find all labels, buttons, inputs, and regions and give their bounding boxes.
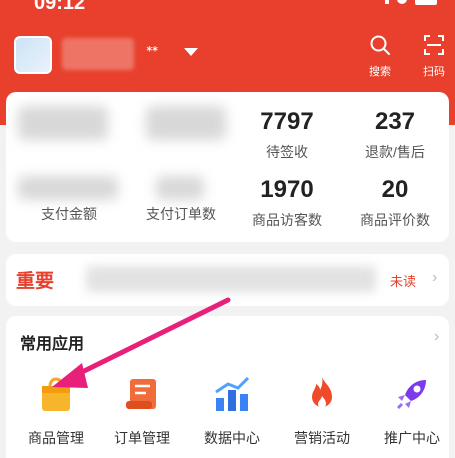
stat-value	[14, 170, 124, 198]
app-product-management[interactable]: 商品管理	[12, 374, 100, 448]
important-notice-bar[interactable]: 重要 未读 ›	[6, 254, 449, 306]
app-label: 订单管理	[114, 430, 170, 446]
blurred-amount	[18, 106, 108, 140]
battery-icon	[415, 0, 437, 5]
stat-label: 商品访客数	[252, 212, 322, 228]
fire-icon	[312, 377, 332, 408]
signal-icon	[385, 0, 389, 4]
stat-value	[126, 170, 236, 198]
stat-label: 待签收	[266, 144, 308, 160]
common-apps-section: 常用应用 › 商品管理 订单管理 数据中心 营销活动 推广中心	[6, 316, 449, 458]
wifi-icon	[397, 0, 407, 4]
stat-product-reviews[interactable]: 20 商品评价数	[340, 176, 450, 230]
search-label: 搜索	[369, 66, 391, 78]
app-marketing[interactable]: 营销活动	[278, 374, 366, 448]
stat-pay-orders[interactable]: 支付订单数	[126, 170, 236, 224]
chevron-right-icon: ›	[432, 269, 438, 286]
stat-pending-receipt[interactable]: 7797 待签收	[232, 108, 342, 162]
status-time: 09:12	[34, 0, 86, 14]
stat-label: 支付订单数	[146, 206, 216, 222]
shop-avatar[interactable]	[14, 36, 52, 74]
stat-label: 退款/售后	[365, 144, 425, 160]
apps-title: 常用应用	[20, 336, 85, 353]
stat-value: 7797	[260, 108, 314, 135]
order-scroll-icon	[126, 379, 156, 409]
stat-pay-amount[interactable]: 支付金额	[14, 170, 124, 224]
app-label: 营销活动	[294, 430, 350, 446]
search-button[interactable]: 搜索	[360, 34, 400, 79]
shop-name-blurred[interactable]	[62, 38, 134, 70]
app-promotion-center[interactable]: 推广中心	[368, 374, 455, 448]
shopping-bag-icon	[42, 377, 70, 411]
search-icon	[370, 35, 390, 55]
bar-chart-icon	[215, 376, 250, 411]
app-order-management[interactable]: 订单管理	[98, 374, 186, 448]
blurred-order-count	[146, 106, 226, 140]
stat-value: 237	[374, 108, 416, 135]
notice-unread-status: 未读	[390, 274, 417, 289]
stat-value: 20	[381, 176, 409, 203]
app-label: 商品管理	[28, 430, 84, 446]
chevron-right-icon[interactable]: ›	[434, 328, 439, 346]
chevron-down-icon[interactable]	[184, 48, 198, 56]
stat-label: 商品评价数	[360, 212, 430, 228]
rocket-icon	[396, 380, 426, 410]
scan-label: 扫码	[423, 66, 445, 78]
app-label: 推广中心	[384, 430, 440, 446]
stat-label: 支付金额	[41, 206, 97, 222]
scan-button[interactable]: 扫码	[414, 34, 454, 79]
shop-badge: ᕯ	[146, 44, 159, 61]
stat-refunds[interactable]: 237 退款/售后	[340, 108, 450, 162]
app-label: 数据中心	[204, 430, 260, 446]
notice-tag: 重要	[16, 271, 55, 292]
notice-text-blurred	[86, 266, 376, 292]
scan-icon	[424, 35, 444, 55]
stat-product-visitors[interactable]: 1970 商品访客数	[232, 176, 342, 230]
stats-card: 支付金额 支付订单数 7797 待签收 237 退款/售后 1970 商品访客数…	[6, 92, 449, 242]
status-icons	[385, 0, 437, 5]
app-data-center[interactable]: 数据中心	[188, 374, 276, 448]
stat-value: 1970	[260, 176, 314, 203]
